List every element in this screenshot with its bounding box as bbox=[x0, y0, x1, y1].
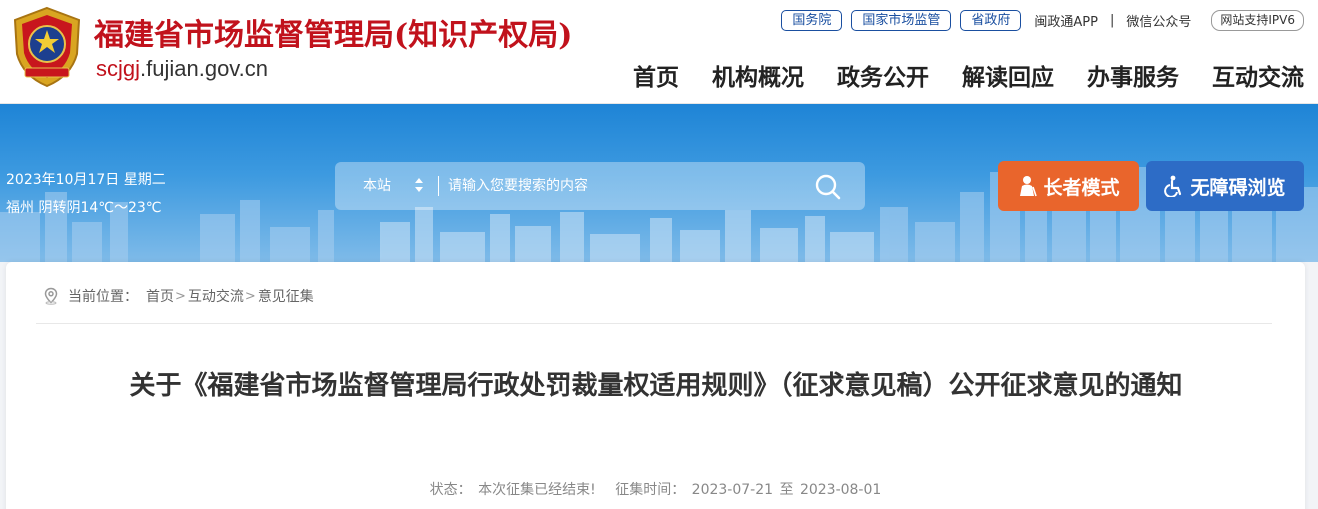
site-title[interactable]: 福建省市场监督管理局(知识产权局) bbox=[94, 10, 572, 54]
nav-services[interactable]: 办事服务 bbox=[1087, 58, 1179, 92]
breadcrumb-separator: > bbox=[244, 288, 256, 304]
nav-home[interactable]: 首页 bbox=[633, 58, 679, 92]
link-province-gov[interactable]: 省政府 bbox=[960, 9, 1022, 31]
ipv6-badge: 网站支持IPV6 bbox=[1211, 9, 1304, 31]
breadcrumb-interaction[interactable]: 互动交流 bbox=[188, 286, 244, 306]
elder-mode-label: 长者模式 bbox=[1043, 176, 1120, 199]
period-to: 至 bbox=[779, 482, 794, 498]
nav-interpretation[interactable]: 解读回应 bbox=[962, 58, 1054, 92]
banner: 2023年10月17日 星期二 福州 阴转阴14℃～23℃ 本站 长者模式 无障… bbox=[0, 104, 1318, 262]
weather: 福州 阴转阴14℃～23℃ bbox=[6, 200, 162, 216]
breadcrumb-home[interactable]: 首页 bbox=[146, 286, 174, 306]
search-icon[interactable] bbox=[813, 172, 843, 202]
domain-suffix: .fujian.gov.cn bbox=[140, 56, 269, 81]
domain-prefix: scjgj bbox=[96, 56, 141, 81]
content-card: 当前位置： 首页 > 互动交流 > 意见征集 关于《福建省市场监督管理局行政处罚… bbox=[6, 262, 1305, 509]
sort-arrows-icon[interactable] bbox=[413, 175, 425, 195]
main-nav: 首页 机构概况 政务公开 解读回应 办事服务 互动交流 bbox=[600, 58, 1304, 92]
date-weather: 2023年10月17日 星期二 福州 阴转阴14℃～23℃ bbox=[6, 166, 166, 222]
status-label: 状态： bbox=[429, 482, 472, 498]
link-wechat[interactable]: 微信公众号 bbox=[1126, 11, 1191, 30]
status-value: 本次征集已经结束! bbox=[478, 482, 596, 498]
breadcrumb: 当前位置： 首页 > 互动交流 > 意见征集 bbox=[42, 286, 314, 306]
link-mzt-app[interactable]: 闽政通APP bbox=[1034, 11, 1098, 30]
location-pin-icon bbox=[44, 287, 58, 305]
period-end: 2023-08-01 bbox=[799, 482, 882, 498]
breadcrumb-separator: > bbox=[175, 288, 186, 304]
article-title: 关于《福建省市场监督管理局行政处罚裁量权适用规则》（征求意见稿）公开征求意见的通… bbox=[129, 371, 1183, 401]
article-meta: 状态： 本次征集已经结束! 征集时间： 2023-07-21 至 2023-08… bbox=[6, 479, 1305, 499]
site-header: 福建省市场监督管理局(知识产权局) scjgj.fujian.gov.cn 国务… bbox=[0, 0, 1318, 104]
breadcrumb-label: 当前位置： bbox=[68, 289, 138, 305]
search-divider bbox=[438, 176, 439, 196]
search-input[interactable] bbox=[448, 171, 808, 201]
current-date: 2023年10月17日 星期二 bbox=[6, 172, 166, 188]
accessible-browse-button[interactable]: 无障碍浏览 bbox=[1146, 161, 1304, 211]
breadcrumb-divider bbox=[36, 323, 1272, 324]
period-start: 2023-07-21 bbox=[691, 482, 774, 498]
top-links-separator: | bbox=[1109, 12, 1115, 28]
elder-mode-button[interactable]: 长者模式 bbox=[998, 161, 1139, 211]
police-emblem-logo[interactable] bbox=[11, 6, 83, 88]
nav-gov-affairs[interactable]: 政务公开 bbox=[837, 58, 929, 92]
wheelchair-icon bbox=[1164, 175, 1182, 197]
period-label: 征集时间： bbox=[615, 482, 686, 498]
site-domain: scjgj.fujian.gov.cn bbox=[96, 56, 268, 82]
elder-person-icon bbox=[1020, 176, 1038, 197]
link-national-market[interactable]: 国家市场监管 bbox=[851, 9, 952, 31]
top-links: 国务院 国家市场监管 省政府 闽政通APP | 微信公众号 网站支持IPV6 bbox=[781, 9, 1304, 31]
accessible-browse-label: 无障碍浏览 bbox=[1190, 176, 1286, 199]
search-scope-select[interactable]: 本站 bbox=[363, 175, 391, 195]
nav-interaction[interactable]: 互动交流 bbox=[1212, 58, 1304, 92]
nav-organization[interactable]: 机构概况 bbox=[712, 58, 804, 92]
search-bar: 本站 bbox=[335, 162, 865, 210]
link-guowuyuan[interactable]: 国务院 bbox=[781, 9, 843, 31]
breadcrumb-opinion[interactable]: 意见征集 bbox=[258, 286, 314, 306]
